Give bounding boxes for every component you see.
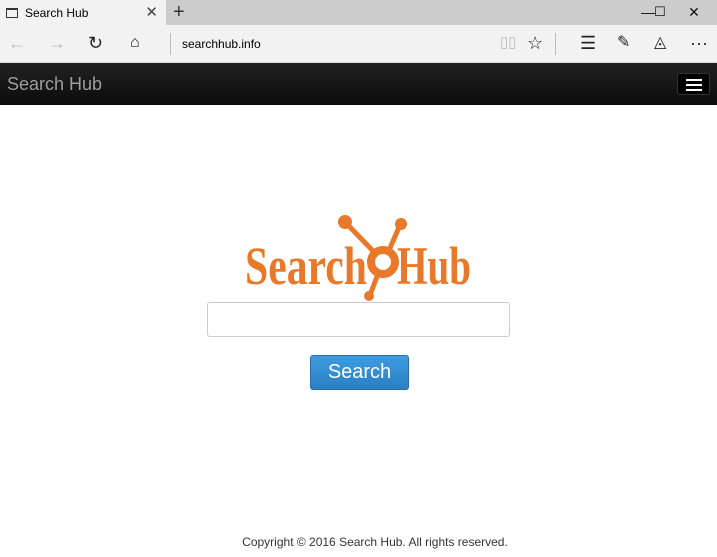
home-icon[interactable]: ⌂ <box>130 33 140 53</box>
search-button[interactable]: Search <box>310 355 409 390</box>
navbar-brand[interactable]: Search Hub <box>7 74 102 95</box>
copyright-text: Copyright © 2016 Search Hub. All rights … <box>242 535 508 549</box>
reading-view-icon[interactable]: ▯▯ <box>500 33 517 53</box>
web-note-icon[interactable]: ✎ <box>617 33 630 53</box>
browser-tab[interactable]: Search Hub ✕ <box>0 0 166 25</box>
address-bar: ← → ↻ ⌂ searchhub.info ▯▯ ☆ ☰ ✎ ◬ ··· <box>0 25 717 63</box>
close-window-button[interactable]: ✕ <box>671 0 717 25</box>
site-navbar: Search Hub <box>0 63 717 105</box>
close-tab-icon[interactable]: ✕ <box>145 3 158 21</box>
menu-toggle-button[interactable] <box>677 73 710 95</box>
search-hub-logo: Search Hub <box>245 215 471 301</box>
page-icon <box>6 7 18 18</box>
new-tab-button[interactable]: + <box>173 0 185 24</box>
more-icon[interactable]: ··· <box>690 33 708 53</box>
refresh-icon[interactable]: ↻ <box>88 33 103 53</box>
url-input[interactable]: searchhub.info <box>182 37 261 51</box>
forward-icon[interactable]: → <box>48 33 66 53</box>
svg-text:Hub: Hub <box>397 236 471 296</box>
divider <box>170 33 171 55</box>
favorite-star-icon[interactable]: ☆ <box>527 33 543 53</box>
search-input[interactable] <box>207 302 510 337</box>
tab-title: Search Hub <box>25 5 89 20</box>
divider <box>555 33 556 55</box>
share-icon[interactable]: ◬ <box>654 33 666 53</box>
hub-icon[interactable]: ☰ <box>580 33 596 53</box>
svg-text:Search: Search <box>245 236 367 296</box>
back-icon[interactable]: ← <box>8 33 26 53</box>
tab-bar: Search Hub ✕ + — ☐ ✕ <box>0 0 717 25</box>
